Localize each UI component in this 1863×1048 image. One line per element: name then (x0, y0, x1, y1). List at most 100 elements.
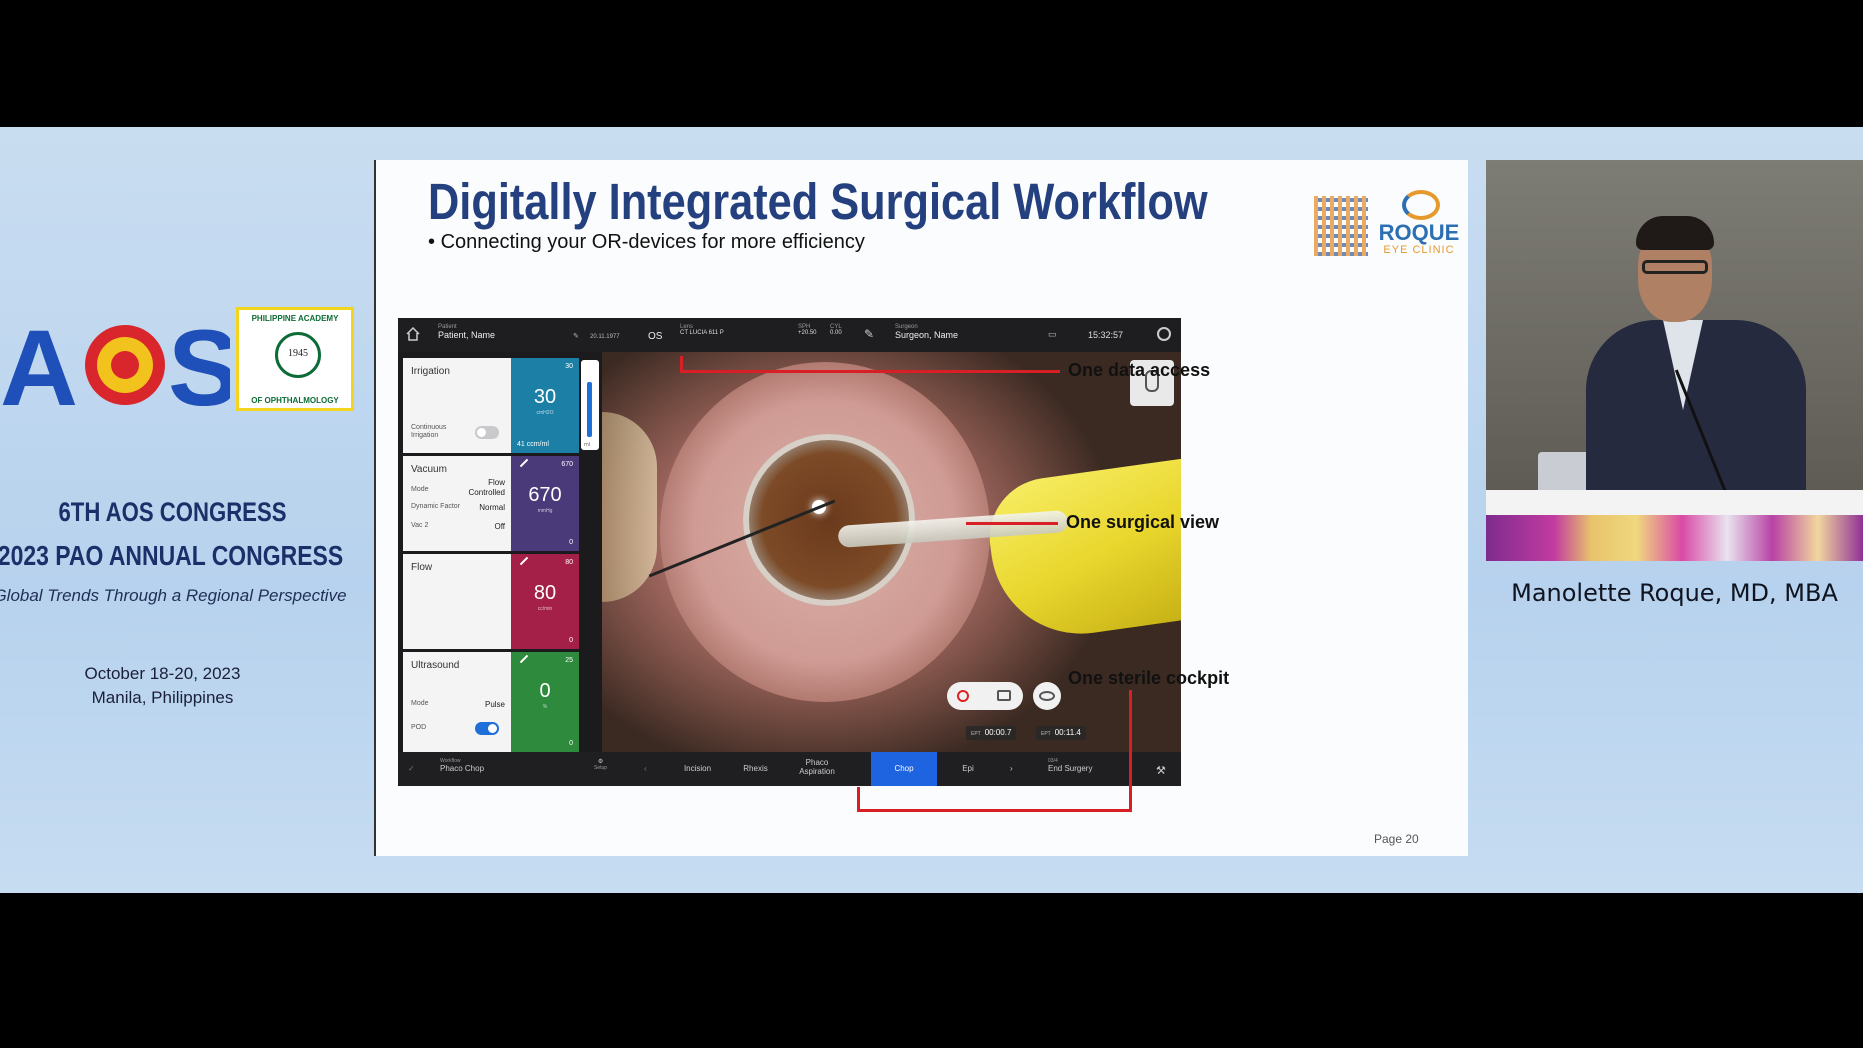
settings-gear-icon[interactable] (1157, 327, 1171, 341)
flow-panel[interactable]: Flow 80 80 cc/min 0 (403, 554, 579, 649)
roque-brand-sub: EYE CLINIC (1383, 244, 1455, 256)
pod-toggle[interactable] (475, 722, 499, 735)
congress-title-1: 6TH AOS CONGRESS (58, 497, 287, 527)
callout-line-surgical-view (966, 522, 1058, 525)
eye-view-icon[interactable] (1033, 682, 1061, 710)
congress-dates: October 18-20, 2023 (84, 664, 241, 683)
callout-line-cockpit (857, 809, 1132, 812)
setup-label: Setup (594, 765, 608, 771)
podium (1486, 490, 1863, 515)
vacuum-value-tile[interactable]: 670 670 mmHg 0 (511, 456, 579, 551)
surgical-device-screenshot: Patient Patient, Name ✎ 20.11.1977 OS Le… (398, 318, 1181, 786)
step-phaco-aspiration[interactable]: Phaco Aspiration (788, 752, 846, 786)
presentation-slide: Digitally Integrated Surgical Workflow •… (374, 160, 1468, 856)
ultrasound-min: 0 (569, 740, 573, 747)
conference-banner-strip (1486, 515, 1863, 561)
callout-surgical-view: One surgical view (1066, 512, 1220, 532)
end-surgery-label: End Surgery (1048, 764, 1093, 773)
irrigation-panel[interactable]: Irrigation Continuous Irrigation 30 30 c… (403, 358, 579, 453)
bottle-unit: ml (584, 442, 591, 448)
prev-step-icon[interactable]: ‹ (644, 752, 647, 786)
ultrasound-unit: % (542, 704, 548, 710)
irrigation-bottle-gauge[interactable]: ml (581, 360, 599, 450)
flow-value-tile[interactable]: 80 80 cc/min 0 (511, 554, 579, 649)
continuous-irrigation-label: Continuous Irrigation (411, 424, 447, 439)
irrigation-unit: cmH2O (536, 410, 554, 416)
pao-badge-bottom: OF OPHTHALMOLOGY (251, 396, 339, 405)
step-chop[interactable]: Chop (871, 752, 937, 786)
step-incision[interactable]: Incision (670, 752, 725, 786)
irrigation-value: 30 (533, 386, 557, 408)
end-surgery-button[interactable]: 03/4 End Surgery (1048, 752, 1092, 786)
vacuum-unit: mmHg (537, 508, 553, 514)
patient-value: Patient, Name (438, 330, 496, 340)
irrigation-max: 30 (565, 363, 573, 370)
vacuum-max: 670 (561, 461, 573, 468)
edit-flow-icon[interactable] (519, 556, 529, 566)
timer-2-value: 00:11.4 (1054, 728, 1081, 737)
congress-title-2: 2023 PAO ANNUAL CONGRESS (0, 540, 344, 571)
next-step-icon[interactable]: › (1010, 752, 1013, 786)
setup-button[interactable]: ⚙ Setup (594, 752, 607, 786)
ultrasound-label: Ultrasound (411, 660, 460, 671)
step-epi[interactable]: Epi (943, 752, 993, 786)
tools-icon[interactable]: ⚒ (1156, 752, 1166, 786)
device-topbar: Patient Patient, Name ✎ 20.11.1977 OS Le… (398, 318, 1181, 352)
congress-tagline: Global Trends Through a Regional Perspec… (0, 586, 347, 605)
flow-unit: cc/min (537, 606, 553, 612)
pao-year: 1945 (288, 348, 308, 359)
step-rhexis[interactable]: Rhexis (728, 752, 783, 786)
vacuum-mode-label: Mode (411, 486, 429, 493)
patient-dob: 20.11.1977 (590, 334, 620, 340)
presenter-glasses (1642, 260, 1708, 274)
flow-min: 0 (569, 637, 573, 644)
svg-text:A: A (0, 307, 78, 425)
edit-ultrasound-icon[interactable] (519, 654, 529, 664)
record-icon[interactable] (957, 690, 969, 702)
display-icon[interactable]: ▭ (1048, 329, 1057, 340)
surgeon-field[interactable]: Surgeon Surgeon, Name (895, 324, 958, 340)
slide-page-number: Page 20 (1374, 832, 1419, 846)
vacuum-label: Vacuum (411, 464, 447, 475)
congress-location: Manila, Philippines (91, 688, 234, 707)
ultrasound-value: 0 (539, 680, 551, 702)
pod-label: POD (411, 724, 427, 731)
aos-logo: A S (0, 307, 230, 425)
flow-max: 80 (565, 559, 573, 566)
timer-2-label: EPT (1041, 731, 1051, 737)
bottle-level-fill (587, 382, 592, 437)
record-controls (947, 682, 1023, 710)
irrigation-value-tile[interactable]: 30 30 cmH2O 41 ccm/ml (511, 358, 579, 453)
parameter-panels: Irrigation Continuous Irrigation 30 30 c… (403, 358, 579, 752)
home-icon[interactable] (406, 327, 420, 341)
edit-vacuum-icon[interactable] (519, 458, 529, 468)
slide-bullet: • Connecting your OR-devices for more ef… (428, 231, 865, 253)
flow-label: Flow (411, 562, 433, 573)
camera-icon[interactable] (997, 690, 1011, 701)
pao-logo: PHILIPPINE ACADEMY 1945 OF OPHTHALMOLOGY (236, 307, 354, 411)
ultrasound-value-tile[interactable]: 25 0 % 0 (511, 652, 579, 752)
roque-brand-name: ROQUE (1378, 220, 1460, 245)
phaco-handpiece (981, 454, 1181, 646)
pen-icon[interactable]: ✎ (864, 327, 874, 341)
continuous-irrigation-toggle[interactable] (475, 426, 499, 439)
surgical-microscope-view: EPT 00:00.7 EPT 00:11.4 (602, 352, 1181, 752)
workflow-bar: ✓ Workflow Phaco Chop ⚙ Setup ‹ Incision… (398, 752, 1181, 786)
lens-field[interactable]: Lens CT LUCIA 611 P (680, 324, 724, 336)
edit-patient-icon[interactable]: ✎ (573, 332, 579, 340)
surgeon-value: Surgeon, Name (895, 330, 959, 340)
patient-field[interactable]: Patient Patient, Name (438, 324, 495, 340)
ept-timer-1: EPT 00:00.7 (966, 726, 1017, 740)
ultrasound-panel[interactable]: Ultrasound Mode Pulse POD 25 0 % 0 (403, 652, 579, 752)
eye-iris (743, 434, 915, 606)
workflow-value: Phaco Chop (440, 764, 485, 773)
qr-code-icon (1314, 196, 1368, 256)
callout-vline-left (857, 787, 860, 811)
dynamic-factor-row: Dynamic Factor Normal (411, 503, 505, 512)
callout-sterile-cockpit: One sterile cockpit (1068, 668, 1230, 688)
callout-vline-right (1129, 690, 1132, 812)
vacuum-panel[interactable]: Vacuum Mode Flow Controlled Dynamic Facto… (403, 456, 579, 551)
workflow-selector[interactable]: Workflow Phaco Chop (440, 752, 484, 786)
sph-value: +20.50 (798, 330, 817, 336)
ultrasound-max: 25 (565, 657, 573, 664)
